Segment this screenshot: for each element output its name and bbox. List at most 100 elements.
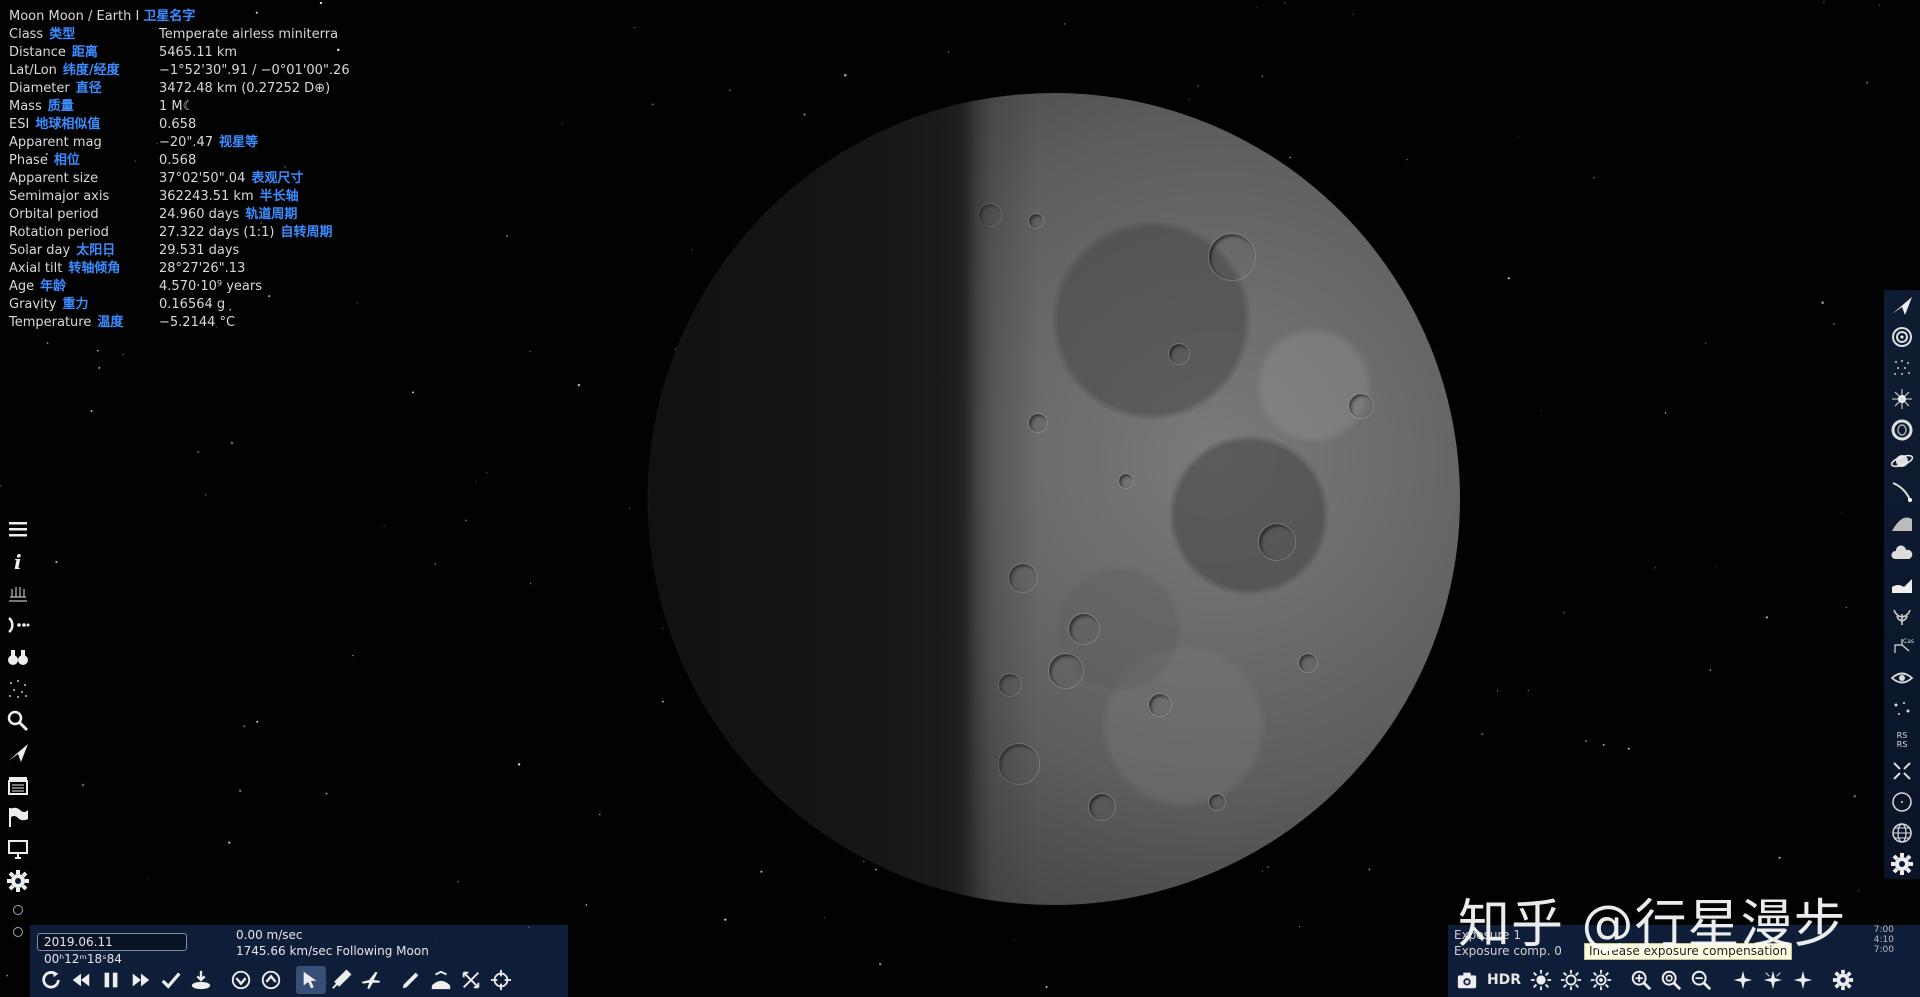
- moon-body[interactable]: [648, 93, 1460, 905]
- comet-icon[interactable]: [1886, 476, 1918, 507]
- exposure-decrease-icon[interactable]: [1556, 966, 1586, 994]
- life-icon[interactable]: [1886, 600, 1918, 631]
- info-rows: Class 类型 Temperate airless miniterra Distan…: [9, 26, 350, 332]
- star-brightness-icon[interactable]: [1728, 966, 1758, 994]
- ring-icon[interactable]: [1886, 414, 1918, 445]
- left-toolbar: i: [0, 513, 36, 945]
- pause-icon[interactable]: [96, 966, 126, 994]
- info-value-text: 4.570·10⁹ years: [159, 279, 263, 294]
- info-label: Apparent mag: [9, 134, 159, 152]
- free-mode-icon[interactable]: [456, 966, 486, 994]
- info-row: ESI 地球相似值 0.658: [9, 116, 350, 134]
- checkmark-icon[interactable]: [156, 966, 186, 994]
- info-row: Rotation period 27.322 days (1:1) 自转周期: [9, 224, 350, 242]
- info-value-text: 362243.51 km: [159, 189, 254, 204]
- up-circle-icon[interactable]: [256, 966, 286, 994]
- binoculars-icon[interactable]: [3, 642, 33, 672]
- star-point: [230, 441, 234, 445]
- gear-icon[interactable]: [1886, 848, 1918, 879]
- info-row: Mass 质量 1 M☾: [9, 98, 350, 116]
- info-label-text: Class: [9, 27, 44, 42]
- crosshair-icon[interactable]: [486, 966, 516, 994]
- star-point: [724, 918, 727, 921]
- mini-clock-line: 7:00: [1873, 945, 1894, 955]
- land-on-surface-icon[interactable]: [426, 966, 456, 994]
- info-value-cn: 自转周期: [280, 225, 333, 240]
- pen-go-icon[interactable]: [396, 966, 426, 994]
- globe-grid-icon[interactable]: [1886, 817, 1918, 848]
- rs-labels-icon[interactable]: RS RS: [1886, 724, 1918, 755]
- star-point: [122, 353, 124, 356]
- star-point: [1527, 689, 1529, 691]
- gear-icon[interactable]: [1828, 966, 1858, 994]
- clouds-icon[interactable]: [1886, 538, 1918, 569]
- rocket-icon[interactable]: [326, 966, 356, 994]
- point-stars-icon[interactable]: [1886, 693, 1918, 724]
- zoom-out-icon[interactable]: [1686, 966, 1716, 994]
- info-icon[interactable]: i: [3, 546, 33, 576]
- exposure-increase-icon[interactable]: [1586, 966, 1616, 994]
- atmosphere-icon[interactable]: [1886, 507, 1918, 538]
- gear-icon[interactable]: [3, 866, 33, 896]
- svg-text:i: i: [14, 550, 22, 573]
- info-label-text: Lat/Lon: [9, 63, 57, 78]
- eye-icon[interactable]: [1886, 662, 1918, 693]
- info-label: Phase 相位: [9, 152, 159, 170]
- info-label: Axial tilt 转轴倾角: [9, 260, 159, 278]
- info-value: −1°52'30".91 / −0°01'00".26: [159, 62, 350, 80]
- airplane-icon[interactable]: [356, 966, 386, 994]
- time-control-bar: [36, 966, 516, 994]
- star-point: [1716, 566, 1718, 568]
- info-value-cn: 表观尺寸: [251, 171, 304, 186]
- refresh-icon[interactable]: [36, 966, 66, 994]
- water-icon[interactable]: [1886, 569, 1918, 600]
- galaxy-icon[interactable]: [1886, 321, 1918, 352]
- collapse-dot[interactable]: [13, 927, 23, 937]
- info-label: Gravity 重力: [9, 296, 159, 314]
- star-point: [1879, 4, 1881, 6]
- constellations-icon[interactable]: Cas: [1886, 631, 1918, 662]
- exposure-auto-icon[interactable]: [1526, 966, 1556, 994]
- select-cursor-icon[interactable]: [296, 966, 326, 994]
- orbit-icon[interactable]: [3, 610, 33, 640]
- spaceship-icon[interactable]: [1886, 290, 1918, 321]
- space-viewport[interactable]: Moon Moon / Earth I 卫星名字 Class 类型 Temperate…: [0, 0, 1920, 997]
- target-circle-icon[interactable]: [1886, 786, 1918, 817]
- zoom-in-icon[interactable]: [1626, 966, 1656, 994]
- spaceship-icon[interactable]: [3, 738, 33, 768]
- info-value-cn: 轨道周期: [245, 207, 298, 222]
- nebula-icon[interactable]: [1886, 383, 1918, 414]
- star-point: [1284, 2, 1286, 4]
- star-point: [1823, 1, 1825, 3]
- fast-forward-icon[interactable]: [126, 966, 156, 994]
- info-label-text: Axial tilt: [9, 261, 63, 276]
- telescope-icon[interactable]: [3, 578, 33, 608]
- star-point: [475, 481, 477, 482]
- mini-clock-line: 4:10: [1873, 935, 1894, 945]
- date-time-field[interactable]: 2019.06.11 00ʰ12ᵐ18ˢ84: [37, 933, 187, 966]
- info-label-cn: 年龄: [40, 279, 67, 294]
- land-icon[interactable]: [186, 966, 216, 994]
- menu-icon[interactable]: [3, 514, 33, 544]
- hdr-toggle[interactable]: HDR: [1482, 972, 1526, 988]
- down-circle-icon[interactable]: [226, 966, 256, 994]
- clapperboard-icon[interactable]: [3, 770, 33, 800]
- search-icon[interactable]: [3, 706, 33, 736]
- star-brightness-up-icon[interactable]: [1758, 966, 1788, 994]
- rewind-icon[interactable]: [66, 966, 96, 994]
- expand-icon[interactable]: [1886, 755, 1918, 786]
- star-point: [598, 813, 601, 816]
- star-point: [90, 409, 93, 413]
- star-brightness-down-icon[interactable]: [1788, 966, 1818, 994]
- info-row: Solar day 太阳日 29.531 days: [9, 242, 350, 260]
- info-row: Gravity 重力 0.16564 g: [9, 296, 350, 314]
- object-name[interactable]: Moon Moon / Earth I: [9, 9, 139, 24]
- monitor-icon[interactable]: [3, 834, 33, 864]
- zoom-reset-icon[interactable]: [1656, 966, 1686, 994]
- camera-icon[interactable]: [1452, 966, 1482, 994]
- stars-icon[interactable]: [3, 674, 33, 704]
- collapse-dot[interactable]: [13, 905, 23, 915]
- flag-icon[interactable]: [3, 802, 33, 832]
- star-cluster-icon[interactable]: [1886, 352, 1918, 383]
- planet-rings-icon[interactable]: [1886, 445, 1918, 476]
